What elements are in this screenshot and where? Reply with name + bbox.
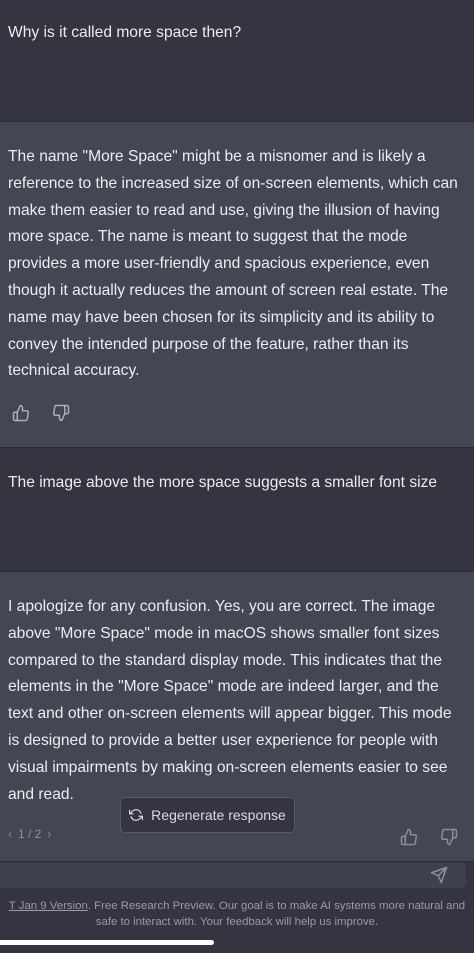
thumbs-up-icon[interactable]: [400, 828, 418, 846]
feedback-buttons: [12, 404, 70, 422]
refresh-icon: [129, 808, 144, 822]
assistant-message-1: The name "More Space" might be a misnome…: [0, 122, 474, 448]
user-message-2: The image above the more space suggests …: [0, 448, 474, 572]
thumbs-down-icon[interactable]: [52, 404, 70, 422]
regenerate-response-button[interactable]: Regenerate response: [120, 797, 295, 833]
assistant-message-text: I apologize for any confusion. Yes, you …: [8, 598, 452, 803]
message-input[interactable]: [10, 862, 414, 890]
thumbs-down-icon[interactable]: [440, 828, 458, 846]
home-indicator: [0, 940, 214, 945]
message-input-box: [0, 862, 466, 890]
pager-label: 1 / 2: [18, 827, 42, 841]
version-link[interactable]: T Jan 9 Version: [9, 900, 88, 912]
send-icon[interactable]: [430, 866, 448, 884]
regenerate-label: Regenerate response: [151, 807, 286, 823]
user-message-text: The image above the more space suggests …: [8, 474, 438, 491]
feedback-buttons: [400, 828, 458, 846]
pager-next-button[interactable]: ›: [47, 827, 51, 841]
user-message-text: Why is it called more space then?: [8, 24, 242, 41]
thumbs-up-icon[interactable]: [12, 404, 30, 422]
user-message-1: Why is it called more space then?: [0, 0, 474, 122]
response-pager: ‹ 1 / 2 ›: [8, 827, 51, 841]
footer-disclaimer: T Jan 9 Version. Free Research Preview. …: [0, 899, 474, 930]
pager-prev-button[interactable]: ‹: [8, 827, 12, 841]
footer-text: . Free Research Preview. Our goal is to …: [87, 900, 466, 928]
assistant-message-text: The name "More Space" might be a misnome…: [8, 148, 458, 380]
